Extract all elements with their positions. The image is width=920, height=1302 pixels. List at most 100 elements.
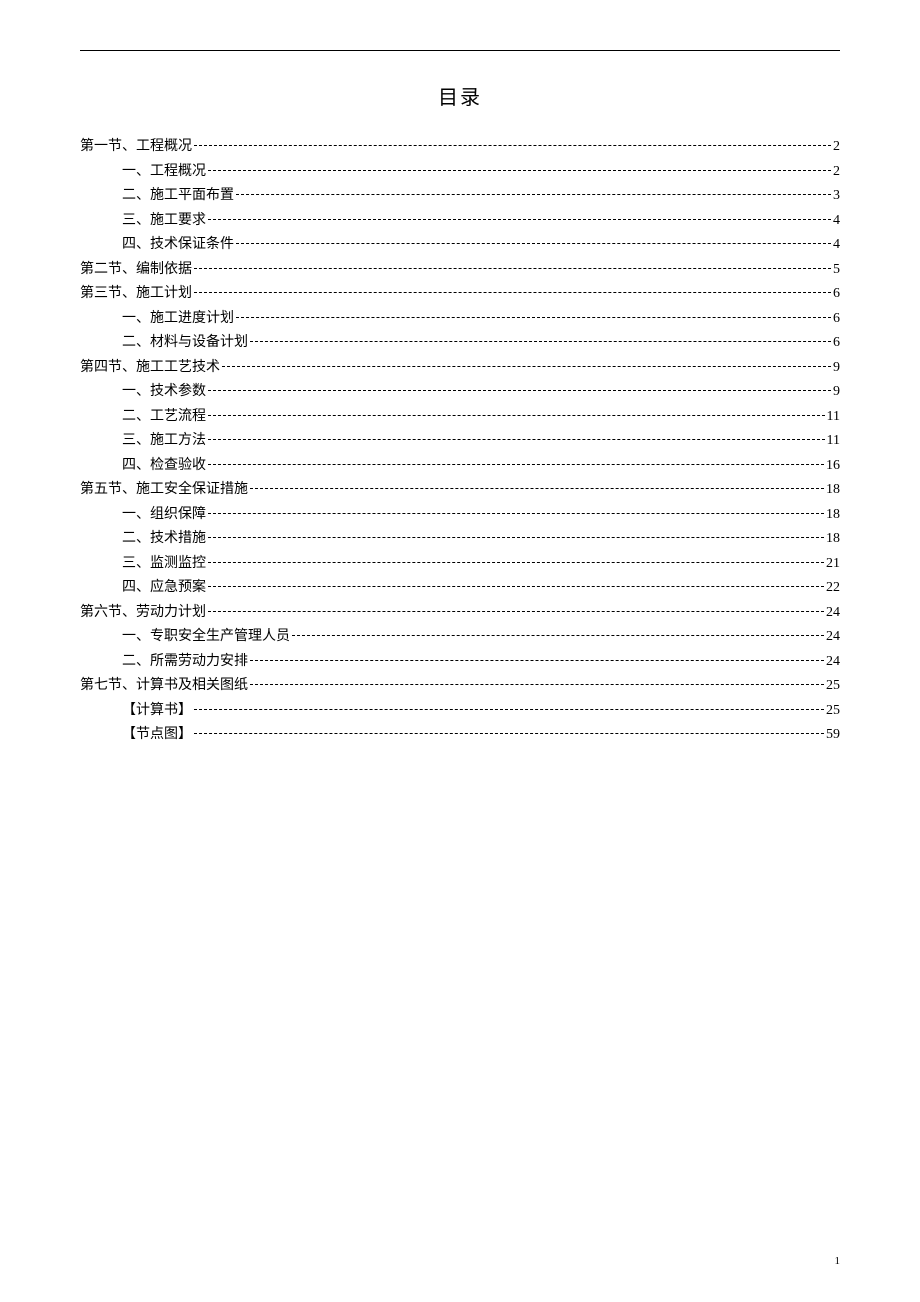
toc-entry-label: 第二节、编制依据 bbox=[80, 258, 192, 283]
toc-entry: 四、技术保证条件4 bbox=[80, 233, 840, 258]
toc-entry-page: 2 bbox=[833, 160, 840, 185]
toc-entry: 三、施工要求 4 bbox=[80, 209, 840, 234]
toc-entry: 【计算书】25 bbox=[80, 699, 840, 724]
toc-entry-page: 5 bbox=[833, 258, 840, 283]
toc-entry-label: 第四节、施工工艺技术 bbox=[80, 356, 220, 381]
toc-leader-dots bbox=[208, 537, 824, 538]
toc-leader-dots bbox=[194, 268, 831, 269]
toc-leader-dots bbox=[208, 439, 825, 440]
toc-entry: 二、技术措施 18 bbox=[80, 527, 840, 552]
toc-entry-label: 第三节、施工计划 bbox=[80, 282, 192, 307]
toc-leader-dots bbox=[292, 635, 824, 636]
toc-leader-dots bbox=[194, 733, 824, 734]
toc-leader-dots bbox=[250, 488, 824, 489]
toc-entry-page: 24 bbox=[826, 601, 840, 626]
toc-entry: 二、材料与设备计划 6 bbox=[80, 331, 840, 356]
toc-entry-page: 4 bbox=[833, 209, 840, 234]
toc-leader-dots bbox=[208, 415, 825, 416]
toc-entry-page: 6 bbox=[833, 282, 840, 307]
toc-entry-label: 二、所需劳动力安排 bbox=[122, 650, 248, 675]
toc-entry-page: 21 bbox=[826, 552, 840, 577]
toc-entry-label: 三、施工方法 bbox=[122, 429, 206, 454]
toc-entry-label: 二、材料与设备计划 bbox=[122, 331, 248, 356]
toc-entry-label: 第七节、计算书及相关图纸 bbox=[80, 674, 248, 699]
toc-entry-label: 四、技术保证条件 bbox=[122, 233, 234, 258]
toc-entry: 一、施工进度计划 6 bbox=[80, 307, 840, 332]
toc-leader-dots bbox=[208, 586, 824, 587]
header-divider bbox=[80, 50, 840, 51]
toc-entry-label: 第一节、工程概况 bbox=[80, 135, 192, 160]
toc-entry: 第七节、计算书及相关图纸 25 bbox=[80, 674, 840, 699]
toc-entry-page: 6 bbox=[833, 331, 840, 356]
toc-leader-dots bbox=[208, 390, 831, 391]
toc-entry-label: 一、工程概况 bbox=[122, 160, 206, 185]
toc-entry-page: 9 bbox=[833, 380, 840, 405]
toc-entry: 第六节、劳动力计划 24 bbox=[80, 601, 840, 626]
toc-entry-page: 9 bbox=[833, 356, 840, 381]
toc-entry: 三、监测监控 21 bbox=[80, 552, 840, 577]
toc-leader-dots bbox=[208, 562, 824, 563]
toc-entry-label: 三、施工要求 bbox=[122, 209, 206, 234]
toc-entry: 一、技术参数 9 bbox=[80, 380, 840, 405]
toc-leader-dots bbox=[208, 513, 824, 514]
toc-entry: 一、专职安全生产管理人员 24 bbox=[80, 625, 840, 650]
toc-entry: 第二节、编制依据 5 bbox=[80, 258, 840, 283]
toc-entry-page: 25 bbox=[826, 699, 840, 724]
toc-leader-dots bbox=[194, 292, 831, 293]
toc-entry-label: 三、监测监控 bbox=[122, 552, 206, 577]
toc-leader-dots bbox=[208, 464, 824, 465]
toc-entry: 一、组织保障 18 bbox=[80, 503, 840, 528]
toc-entry-label: 第五节、施工安全保证措施 bbox=[80, 478, 248, 503]
toc-title: 目录 bbox=[80, 81, 840, 110]
toc-leader-dots bbox=[250, 660, 824, 661]
toc-entry-page: 24 bbox=[826, 650, 840, 675]
toc-leader-dots bbox=[250, 341, 831, 342]
toc-entry-label: 四、应急预案 bbox=[122, 576, 206, 601]
toc-entry: 第四节、施工工艺技术 9 bbox=[80, 356, 840, 381]
toc-entry-page: 6 bbox=[833, 307, 840, 332]
toc-entry-page: 59 bbox=[826, 723, 840, 748]
toc-entry-label: 二、工艺流程 bbox=[122, 405, 206, 430]
toc-leader-dots bbox=[236, 243, 831, 244]
toc-entry: 二、工艺流程 11 bbox=[80, 405, 840, 430]
toc-entry-page: 18 bbox=[826, 478, 840, 503]
toc-leader-dots bbox=[208, 170, 831, 171]
toc-entry-label: 一、施工进度计划 bbox=[122, 307, 234, 332]
toc-entry-label: 一、技术参数 bbox=[122, 380, 206, 405]
toc-leader-dots bbox=[222, 366, 831, 367]
toc-container: 第一节、工程概况2一、工程概况2二、施工平面布置3三、施工要求4四、技术保证条件… bbox=[80, 135, 840, 748]
toc-entry-label: 第六节、劳动力计划 bbox=[80, 601, 206, 626]
toc-entry-label: 一、专职安全生产管理人员 bbox=[122, 625, 290, 650]
toc-leader-dots bbox=[236, 317, 831, 318]
toc-leader-dots bbox=[236, 194, 831, 195]
toc-entry-label: 二、施工平面布置 bbox=[122, 184, 234, 209]
toc-leader-dots bbox=[250, 684, 824, 685]
toc-entry: 二、所需劳动力安排 24 bbox=[80, 650, 840, 675]
toc-entry-page: 11 bbox=[827, 405, 840, 430]
toc-entry-label: 【节点图】 bbox=[122, 723, 192, 748]
toc-entry-page: 25 bbox=[826, 674, 840, 699]
toc-leader-dots bbox=[194, 145, 831, 146]
toc-entry-page: 18 bbox=[826, 503, 840, 528]
toc-entry-page: 18 bbox=[826, 527, 840, 552]
toc-leader-dots bbox=[208, 611, 824, 612]
toc-entry-page: 11 bbox=[827, 429, 840, 454]
toc-entry-label: 二、技术措施 bbox=[122, 527, 206, 552]
toc-entry-page: 3 bbox=[833, 184, 840, 209]
toc-entry: 第五节、施工安全保证措施 18 bbox=[80, 478, 840, 503]
toc-entry-label: 四、检查验收 bbox=[122, 454, 206, 479]
toc-entry: 四、检查验收16 bbox=[80, 454, 840, 479]
toc-leader-dots bbox=[194, 709, 824, 710]
toc-entry: 一、工程概况 2 bbox=[80, 160, 840, 185]
toc-entry: 二、施工平面布置 3 bbox=[80, 184, 840, 209]
toc-entry-page: 22 bbox=[826, 576, 840, 601]
toc-entry-page: 2 bbox=[833, 135, 840, 160]
toc-entry: 第一节、工程概况 2 bbox=[80, 135, 840, 160]
toc-entry-page: 24 bbox=[826, 625, 840, 650]
toc-leader-dots bbox=[208, 219, 831, 220]
toc-entry: 【节点图】 59 bbox=[80, 723, 840, 748]
page-number: 1 bbox=[835, 1255, 841, 1267]
toc-entry: 第三节、施工计划 6 bbox=[80, 282, 840, 307]
toc-entry-label: 一、组织保障 bbox=[122, 503, 206, 528]
toc-entry: 四、应急预案 22 bbox=[80, 576, 840, 601]
